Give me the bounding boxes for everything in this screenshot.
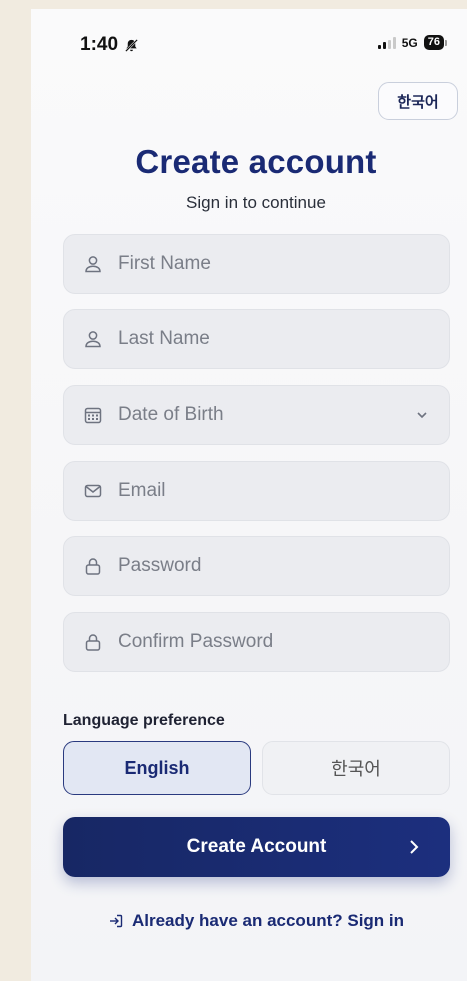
language-option-korean[interactable]: 한국어 <box>262 741 450 795</box>
login-icon <box>109 914 123 928</box>
date-of-birth-placeholder: Date of Birth <box>118 404 224 425</box>
password-field[interactable]: Password <box>63 536 450 596</box>
language-preference-label: Language preference <box>63 712 225 729</box>
chevron-down-icon <box>417 412 427 419</box>
user-icon <box>82 328 104 350</box>
password-placeholder: Password <box>118 555 202 576</box>
create-account-label: Create Account <box>186 836 327 857</box>
status-time: 1:40 <box>80 34 139 56</box>
lock-icon <box>82 631 104 653</box>
status-indicators: 5G 76 <box>377 35 447 50</box>
first-name-field[interactable]: First Name <box>63 234 450 294</box>
language-toggle-button[interactable]: 한국어 <box>378 82 458 120</box>
first-name-placeholder: First Name <box>118 253 211 274</box>
mail-icon <box>82 480 104 502</box>
last-name-field[interactable]: Last Name <box>63 309 450 369</box>
status-time-text: 1:40 <box>80 34 119 55</box>
create-account-button[interactable]: Create Account <box>63 817 450 877</box>
signal-icon <box>377 36 396 49</box>
email-field[interactable]: Email <box>63 461 450 521</box>
battery-level: 76 <box>423 35 444 50</box>
sign-in-link-text: Already have an account? Sign in <box>131 911 405 930</box>
email-placeholder: Email <box>118 480 166 501</box>
calendar-icon <box>82 404 104 426</box>
chevron-right-icon <box>410 840 419 854</box>
language-option-english[interactable]: English <box>63 741 251 795</box>
confirm-password-placeholder: Confirm Password <box>118 631 274 652</box>
phone-screen: 1:40 5G 76 한국어 Create account Sign in to… <box>31 9 467 981</box>
network-label: 5G <box>401 35 418 50</box>
last-name-placeholder: Last Name <box>118 328 210 349</box>
user-icon <box>82 253 104 275</box>
page-subtitle: Sign in to continue <box>186 193 326 212</box>
battery-icon: 76 <box>423 35 447 50</box>
lock-icon <box>82 555 104 577</box>
silent-bell-icon <box>125 38 138 52</box>
date-of-birth-field[interactable]: Date of Birth <box>63 385 450 445</box>
confirm-password-field[interactable]: Confirm Password <box>63 612 450 672</box>
page-title: Create account <box>135 143 377 180</box>
sign-in-link[interactable]: Already have an account? Sign in <box>31 911 467 931</box>
